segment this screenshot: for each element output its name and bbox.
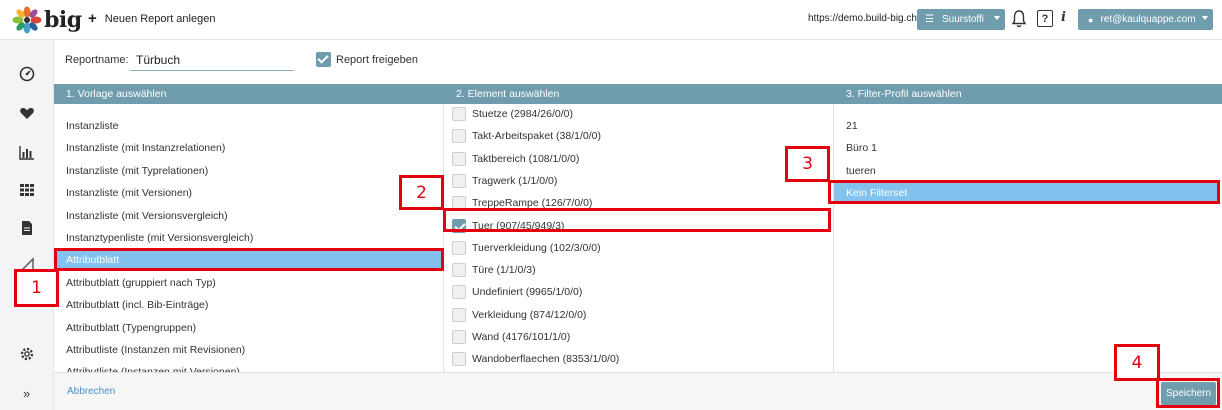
project-name: Suurstoffi: [941, 14, 985, 25]
info-icon[interactable]: i: [1061, 10, 1066, 25]
element-item[interactable]: Takt-Arbeitspaket (38/1/0/0): [452, 125, 832, 147]
element-checkbox[interactable]: [452, 129, 466, 144]
filters-header: 3. Filter-Profil auswählen: [834, 84, 1222, 104]
report-name-input[interactable]: [130, 50, 294, 71]
chevron-down-icon: [1202, 16, 1208, 20]
element-label: Takt-Arbeitspaket (38/1/0/0): [472, 130, 601, 143]
element-item[interactable]: Tuerverkleidung (102/3/0/0): [452, 237, 832, 259]
filter-profile-item[interactable]: tueren: [834, 160, 1222, 182]
top-bar: big + Neuen Report anlegen https://demo.…: [0, 0, 1222, 40]
user-dropdown[interactable]: ● ret@kaulquappe.com: [1078, 9, 1213, 30]
element-label: Undefiniert (9965/1/0/0): [472, 286, 583, 299]
callout-badge-4: 4: [1114, 344, 1160, 381]
element-item[interactable]: Verkleidung (874/12/0/0): [452, 304, 832, 326]
element-checkbox[interactable]: [452, 330, 466, 344]
expand-icon[interactable]: »: [23, 386, 30, 401]
template-item[interactable]: Attributblatt (Typengruppen): [54, 317, 443, 339]
template-item[interactable]: Attributliste (Instanzen mit Versionen): [54, 361, 443, 372]
gear-icon[interactable]: [19, 346, 35, 362]
callout-badge-3: 3: [785, 146, 830, 182]
footer-bar: Abbrechen: [54, 372, 1222, 410]
chevron-down-icon: [994, 16, 1000, 20]
help-icon[interactable]: ?: [1037, 10, 1053, 27]
element-checkbox[interactable]: [452, 218, 466, 233]
share-report-toggle[interactable]: Report freigeben: [316, 52, 418, 67]
element-label: Verkleidung (874/12/0/0): [472, 308, 587, 321]
element-checkbox[interactable]: [452, 352, 466, 367]
element-label: Wandoberflaechen (8353/1/0/0): [472, 353, 620, 366]
element-label: Tuerverkleidung (102/3/0/0): [472, 241, 601, 254]
bar-chart-icon[interactable]: [19, 144, 35, 160]
element-item[interactable]: Tuer (907/45/949/3): [452, 215, 832, 237]
template-item[interactable]: Instanzliste: [54, 115, 443, 137]
template-item[interactable]: Instanzliste (mit Versionen): [54, 182, 443, 204]
bell-icon[interactable]: [1011, 9, 1027, 29]
element-checkbox[interactable]: [452, 107, 466, 121]
element-label: Taktbereich (108/1/0/0): [472, 152, 580, 165]
template-item[interactable]: Instanztypenliste (mit Versionsvergleich…: [54, 227, 443, 249]
template-item[interactable]: Instanzliste (mit Versionsvergleich): [54, 205, 443, 227]
element-label: Tuer (907/45/949/3): [472, 219, 565, 232]
cancel-link[interactable]: Abbrechen: [67, 386, 115, 397]
element-item[interactable]: Taktbereich (108/1/0/0): [452, 148, 832, 170]
new-report-button[interactable]: + Neuen Report anlegen: [88, 10, 216, 27]
template-item[interactable]: Instanzliste (mit Typrelationen): [54, 160, 443, 182]
report-editor: Reportname: Report freigeben 1. Vorlage …: [54, 40, 1222, 410]
element-checkbox[interactable]: [452, 240, 466, 255]
element-item[interactable]: Undefiniert (9965/1/0/0): [452, 281, 832, 303]
template-item[interactable]: Attributblatt (incl. Bib-Einträge): [54, 294, 443, 316]
template-item[interactable]: Attributblatt (gruppiert nach Typ): [54, 272, 443, 294]
element-label: Türe (1/1/0/3): [472, 264, 536, 277]
element-label: Wand (4176/101/1/0): [472, 331, 571, 343]
share-label: Report freigeben: [336, 53, 418, 66]
server-url: https://demo.build-big.ch: [808, 13, 917, 24]
sidebar: »: [0, 40, 54, 410]
brand-name: big: [44, 7, 82, 33]
document-icon[interactable]: [19, 220, 35, 236]
flower-logo-icon: [12, 6, 42, 34]
filter-profile-item[interactable]: Kein Filterset: [834, 181, 1218, 204]
element-label: Tragwerk (1/1/0/0): [472, 174, 558, 187]
app-logo[interactable]: big: [12, 6, 82, 34]
elements-header: 2. Element auswählen: [444, 84, 834, 104]
element-item[interactable]: Stuetze (2984/26/0/0): [452, 104, 832, 125]
element-item[interactable]: Tragwerk (1/1/0/0): [452, 170, 832, 192]
element-label: TreppeRampe (126/7/0/0): [472, 197, 593, 210]
template-item[interactable]: Attributliste (Instanzen mit Revisionen): [54, 339, 443, 361]
callout-badge-2: 2: [399, 175, 444, 210]
element-checkbox[interactable]: [452, 307, 466, 322]
element-item[interactable]: Türe (1/1/0/3): [452, 259, 832, 281]
templates-header: 1. Vorlage auswählen: [54, 84, 444, 104]
save-button[interactable]: Speichern: [1161, 382, 1216, 405]
element-checkbox[interactable]: [452, 263, 466, 278]
element-checkbox[interactable]: [452, 151, 466, 166]
filter-profile-list: 21 Büro 1 tueren Kein Filterset: [834, 104, 1222, 372]
element-checkbox[interactable]: [452, 173, 466, 188]
share-checkbox[interactable]: [316, 52, 331, 67]
heart-icon[interactable]: [19, 105, 35, 121]
element-item[interactable]: Wandoberflaechen (8353/1/0/0): [452, 348, 832, 370]
element-checkbox[interactable]: [452, 196, 466, 211]
project-dropdown[interactable]: ☰ Suurstoffi: [917, 9, 1005, 30]
template-item[interactable]: Instanzliste (mit Instanzrelationen): [54, 137, 443, 159]
user-icon: ●: [1088, 14, 1094, 25]
template-item[interactable]: Attributblatt: [56, 249, 442, 272]
element-label: Stuetze (2984/26/0/0): [472, 108, 573, 120]
report-name-label: Reportname:: [65, 54, 129, 66]
callout-badge-1: 1: [14, 269, 59, 307]
filter-profile-item[interactable]: 21: [834, 115, 1222, 137]
dashboard-icon[interactable]: [19, 66, 35, 82]
filter-profile-item[interactable]: Büro 1: [834, 137, 1222, 159]
new-report-label: Neuen Report anlegen: [104, 13, 216, 25]
plus-icon: +: [88, 10, 97, 27]
menu-icon: ☰: [925, 14, 934, 25]
element-item[interactable]: Wand (4176/101/1/0): [452, 326, 832, 348]
element-item[interactable]: TreppeRampe (126/7/0/0): [452, 192, 832, 214]
element-list: Stuetze (2984/26/0/0) Takt-Arbeitspaket (…: [444, 104, 834, 372]
grid-icon[interactable]: [19, 182, 35, 198]
element-checkbox[interactable]: [452, 285, 466, 300]
user-email: ret@kaulquappe.com: [1100, 14, 1196, 25]
template-list: Instanzliste Instanzliste (mit Instanzrel…: [54, 104, 444, 372]
